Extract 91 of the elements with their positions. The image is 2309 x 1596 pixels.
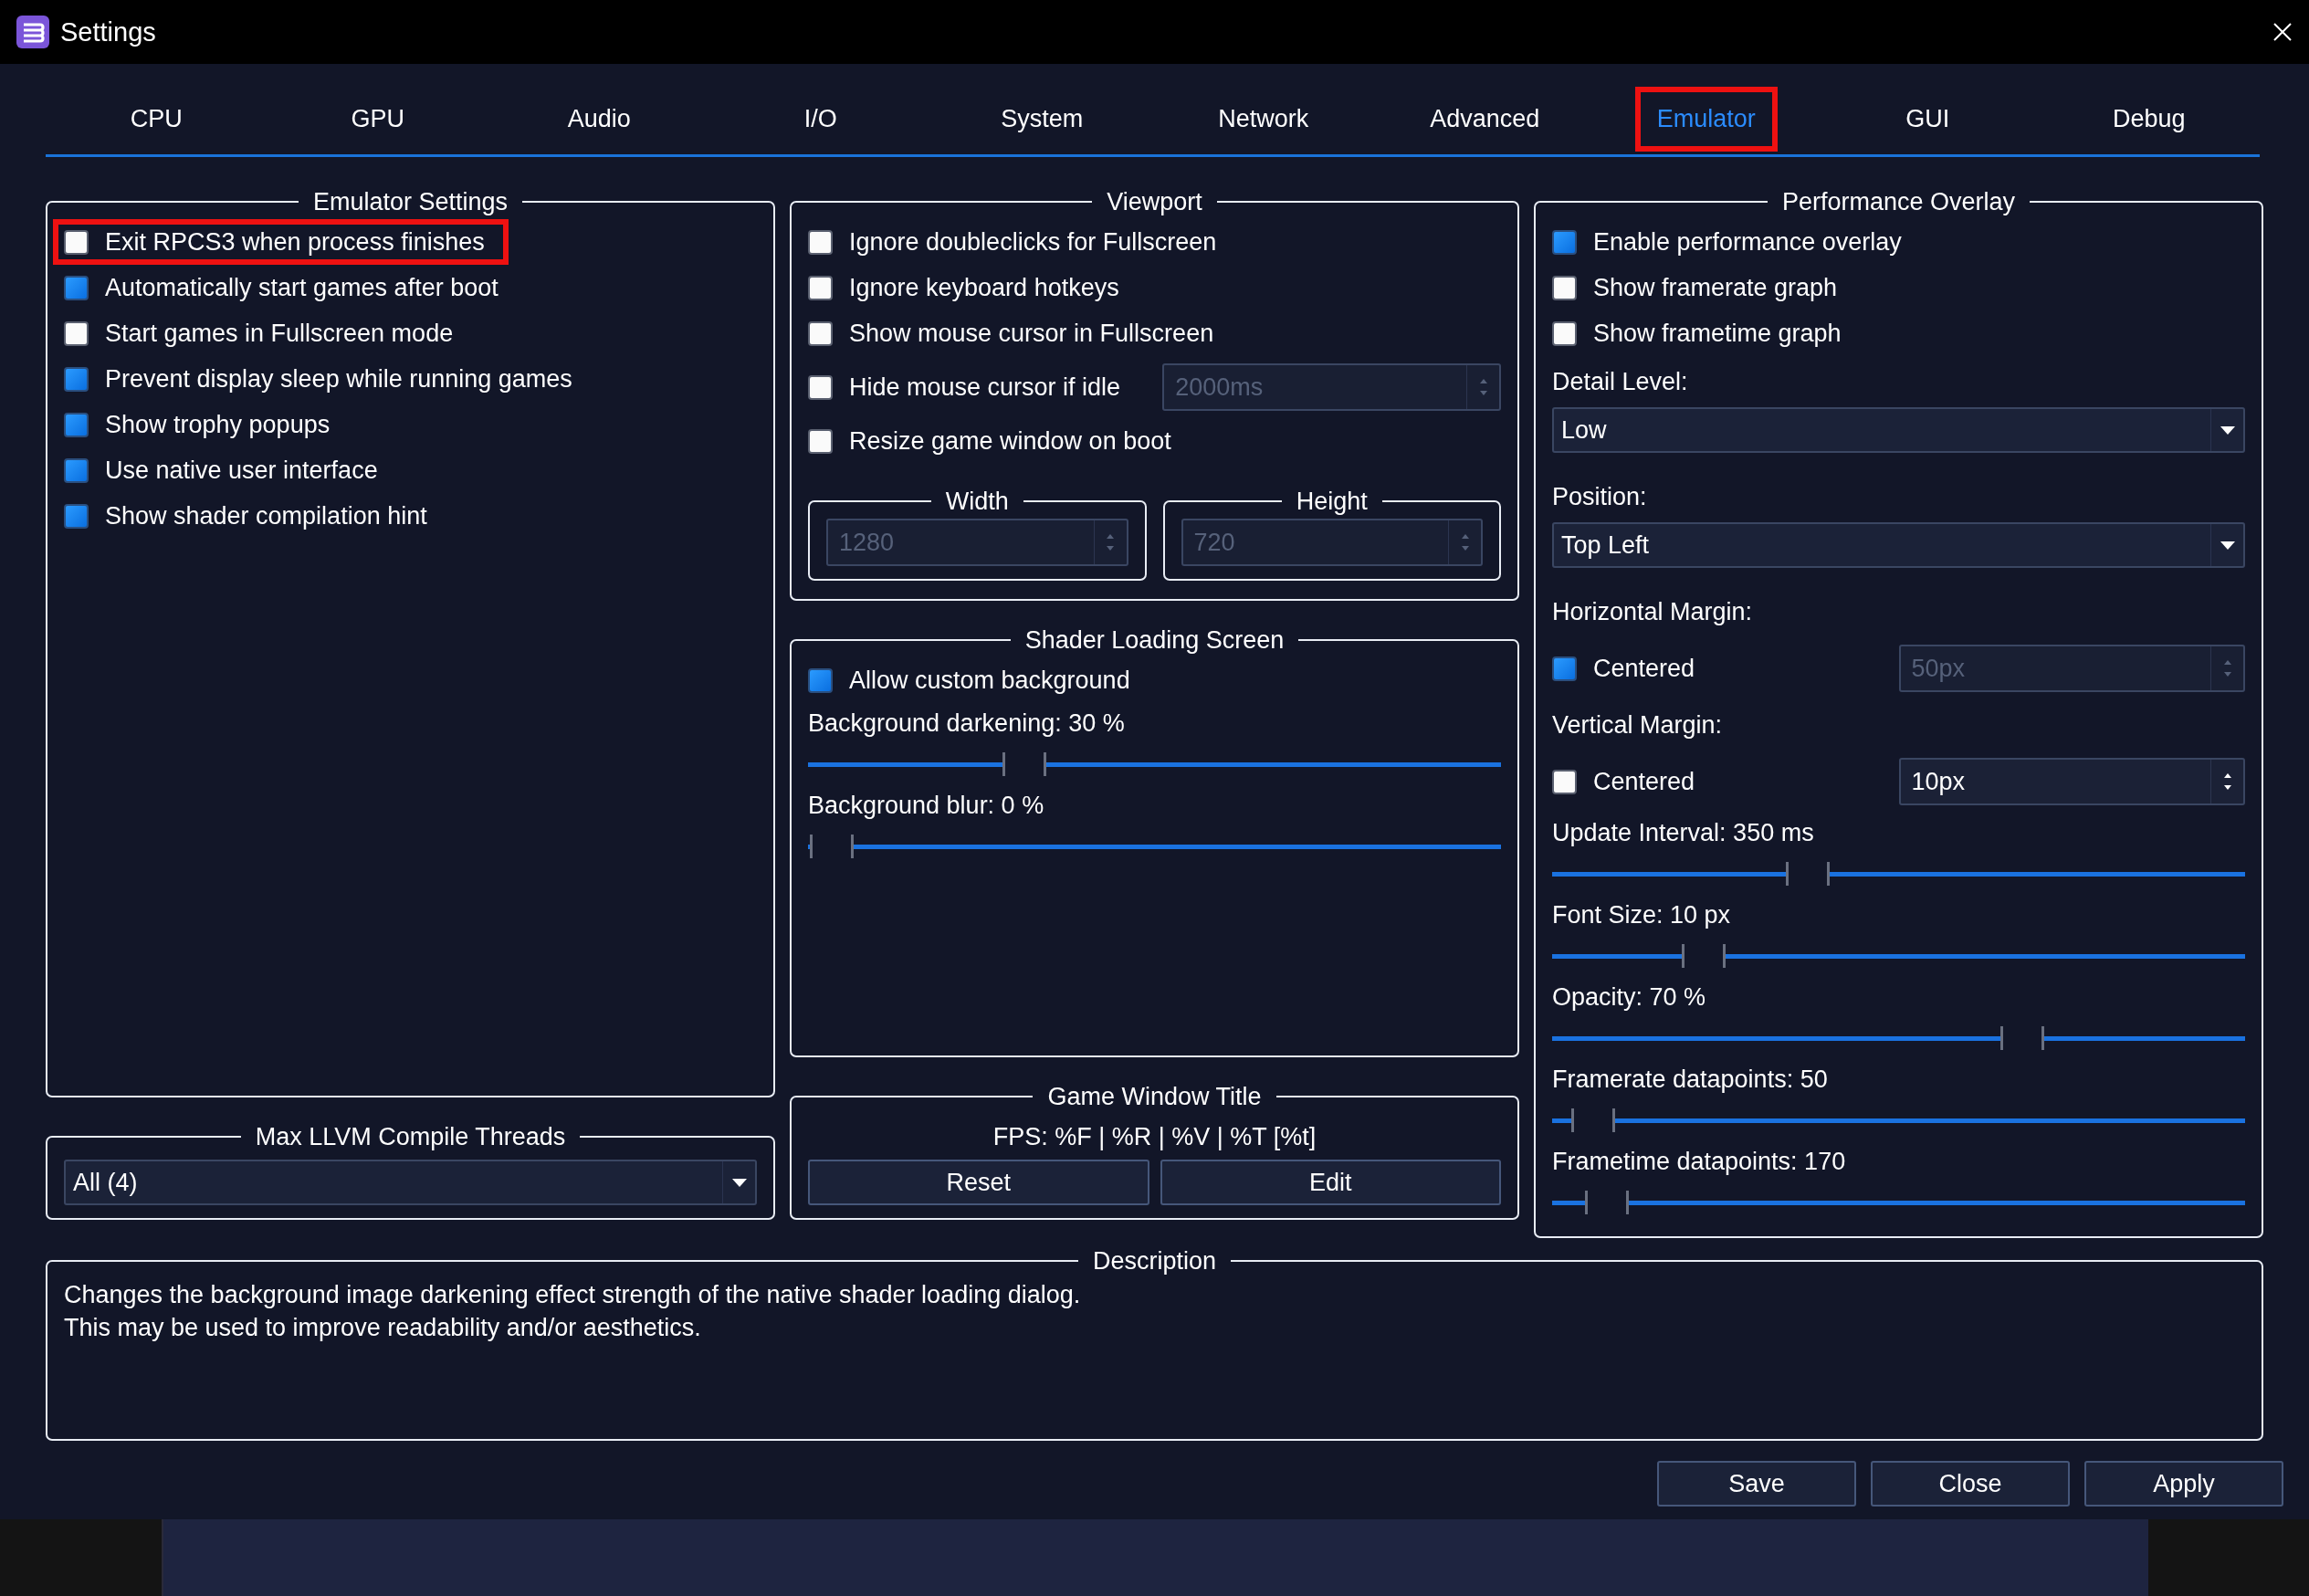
checkbox-label: Ignore keyboard hotkeys (849, 273, 1119, 302)
slider-label: Background darkening: 30 % (808, 709, 1126, 739)
group-title: Viewport (1106, 188, 1203, 215)
checkbox[interactable] (1552, 320, 1577, 346)
checkbox-label: Centered (1593, 654, 1695, 683)
checkbox-label: Resize game window on boot (849, 426, 1171, 456)
description-text: This may be used to improve readability and/or aesthetics. (64, 1313, 702, 1343)
tab[interactable]: Debug (2090, 87, 2208, 152)
group-title: Emulator Settings (311, 188, 509, 215)
slider-label: Frametime datapoints: 170 (1552, 1147, 1847, 1177)
checkbox[interactable] (808, 428, 833, 454)
tab[interactable]: GPU (329, 87, 426, 152)
slider-label: Opacity: 70 % (1552, 982, 1707, 1013)
slider-handle[interactable] (1002, 752, 1047, 776)
dialog-button[interactable]: Close (1871, 1461, 2070, 1507)
tab[interactable]: Audio (545, 87, 653, 152)
checkbox-label: Show mouse cursor in Fullscreen (849, 319, 1214, 348)
action-button[interactable]: Reset (808, 1160, 1149, 1205)
checkbox-label: Hide mouse cursor if idle (849, 373, 1121, 402)
tab[interactable]: System (979, 87, 1106, 152)
group-title: Width (944, 488, 1010, 515)
checkbox-label: Enable performance overlay (1593, 227, 1902, 257)
checkbox[interactable] (64, 457, 89, 483)
checkbox-label: Ignore doubleclicks for Fullscreen (849, 227, 1217, 257)
checkbox[interactable] (808, 275, 833, 300)
dialog-button[interactable]: Apply (2084, 1461, 2283, 1507)
slider-handle[interactable] (810, 835, 854, 858)
caret-icon (731, 1178, 747, 1187)
slider-handle[interactable] (1785, 862, 1830, 886)
slider-label: Update Interval: 350 ms (1552, 818, 1815, 848)
slider-handle[interactable] (1682, 944, 1727, 968)
tab[interactable]: I/O (782, 87, 859, 152)
checkbox[interactable] (808, 374, 833, 400)
checkbox[interactable] (808, 320, 833, 346)
tab[interactable]: GUI (1884, 87, 1972, 152)
checkbox[interactable] (64, 503, 89, 529)
tab[interactable]: CPU (108, 87, 205, 152)
action-button[interactable]: Edit (1160, 1160, 1501, 1205)
checkbox[interactable] (64, 320, 89, 346)
dropdown[interactable]: Top Left (1552, 522, 2245, 568)
field-label: Position: (1552, 482, 1648, 512)
window-title: Settings (60, 16, 157, 47)
field-label: Detail Level: (1552, 367, 1689, 397)
tab[interactable]: Advanced (1408, 87, 1562, 152)
caret-icon (2220, 425, 2235, 435)
checkbox-label: Allow custom background (849, 666, 1130, 695)
slider-handle[interactable] (1999, 1026, 2044, 1050)
tab[interactable]: Emulator (1634, 87, 1778, 152)
checkbox[interactable] (808, 229, 833, 255)
checkbox[interactable] (64, 275, 89, 300)
checkbox-label: Show trophy popups (105, 410, 331, 439)
group-title: Max LLVM Compile Threads (254, 1123, 567, 1150)
field-label: Horizontal Margin: (1552, 597, 1754, 627)
checkbox[interactable] (1552, 769, 1577, 794)
close-icon[interactable] (2272, 22, 2293, 42)
dropdown[interactable]: Low (1552, 407, 2245, 453)
checkbox-label: Use native user interface (105, 456, 378, 485)
spin-field[interactable]: 10px (1898, 758, 2245, 805)
app-icon (16, 16, 49, 48)
checkbox-label: Centered (1593, 767, 1695, 796)
slider-handle[interactable] (1584, 1191, 1629, 1214)
checkbox-label: Show framerate graph (1593, 273, 1838, 302)
group-title: Height (1295, 488, 1369, 515)
checkbox[interactable] (64, 229, 89, 255)
slider-handle[interactable] (1571, 1108, 1616, 1132)
description-text: Changes the background image darkening effect strength of the native shader loading dialog. (64, 1280, 1082, 1310)
checkbox[interactable] (1552, 229, 1577, 255)
checkbox[interactable] (64, 366, 89, 392)
slider-label: Framerate datapoints: 50 (1552, 1065, 1829, 1095)
checkbox[interactable] (1552, 656, 1577, 681)
checkbox[interactable] (64, 412, 89, 437)
checkbox-label: Show frametime graph (1593, 319, 1842, 348)
slider-label: Background blur: 0 % (808, 791, 1045, 821)
title-format-text: FPS: %F | %R | %V | %T [%t] (992, 1122, 1317, 1152)
checkbox[interactable] (808, 667, 833, 693)
caret-icon (2220, 541, 2235, 550)
checkbox-label: Automatically start games after boot (105, 273, 499, 302)
dropdown[interactable]: All (4) (64, 1160, 757, 1205)
group-title: Performance Overlay (1780, 188, 2017, 215)
group-title: Shader Loading Screen (1023, 626, 1286, 654)
checkbox-label: Start games in Fullscreen mode (105, 319, 454, 348)
group-title: Description (1091, 1247, 1218, 1275)
checkbox[interactable] (1552, 275, 1577, 300)
slider-label: Font Size: 10 px (1552, 900, 1732, 930)
field-label: Vertical Margin: (1552, 710, 1724, 740)
tab[interactable]: Network (1196, 87, 1331, 152)
group-title: Game Window Title (1046, 1083, 1263, 1110)
checkbox-label: Show shader compilation hint (105, 501, 427, 530)
dialog-button[interactable]: Save (1657, 1461, 1856, 1507)
checkbox-label: Prevent display sleep while running games (105, 364, 572, 394)
checkbox-label: Exit RPCS3 when process finishes (105, 227, 485, 257)
